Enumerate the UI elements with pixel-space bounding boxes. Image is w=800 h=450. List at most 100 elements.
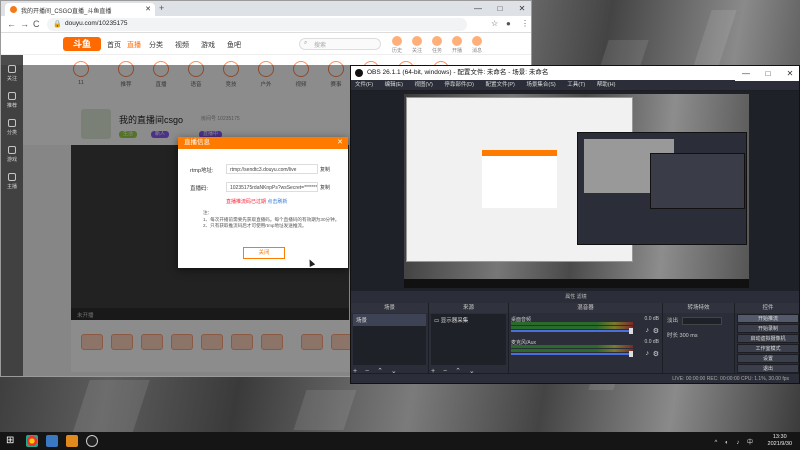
menu-docks[interactable]: 停靠部件(D) [444,82,474,88]
obs-close-button[interactable]: ✕ [779,66,799,81]
duration-field[interactable]: 300 ms [680,333,698,339]
speaker-icon[interactable]: ♪ [646,327,650,334]
history-icon[interactable]: 历史 [386,36,408,54]
windows-start-icon[interactable]: ⊞ [6,435,14,446]
minimize-button[interactable]: — [467,1,489,16]
copy-rtmp-button[interactable]: 复制 [320,166,330,173]
settings-button[interactable]: 设置 [737,354,799,363]
studio-mode-button[interactable]: 工作室模式 [737,344,799,353]
stream-code-field[interactable]: 10235175rdaNKnpPs?wsSecret=******** [226,182,318,192]
nav-live[interactable]: 直播 [127,40,141,50]
copy-code-button[interactable]: 复制 [320,184,330,191]
close-button[interactable]: ✕ [511,1,531,16]
scene-item[interactable]: 场景 [353,314,426,326]
browser-tab-strip: 我的开播间_CSGO直播_斗鱼直播 ✕ + — □ ✕ [1,1,531,16]
explorer-icon[interactable] [46,435,58,447]
left-item[interactable]: 推荐 [1,92,23,109]
follow-icon[interactable]: 关注 [406,36,428,54]
source-item[interactable]: ▭ 显示器采集 [431,314,506,326]
sources-title: 来源 [429,303,508,313]
system-tray[interactable]: ^ ◐ ♪ 中 [715,437,756,446]
close-dialog-button[interactable]: 关闭 [243,247,285,259]
duration-label: 时长 [667,332,679,339]
start-recording-button[interactable]: 开始录制 [737,324,799,333]
scenes-title: 场景 [351,303,428,313]
address-input[interactable]: 🔒 douyu.com/10235175 [47,18,467,31]
menu-help[interactable]: 帮助(H) [597,82,616,88]
menu-tools[interactable]: 工具(T) [567,82,585,88]
account-icon[interactable]: ● [506,19,511,28]
douyu-logo[interactable]: 斗鱼 [63,37,101,51]
nav-yuba[interactable]: 鱼吧 [227,40,241,50]
rtmp-field[interactable]: rtmp://sendtc3.douyu.com/live [226,164,318,174]
volume-slider[interactable] [511,330,633,332]
exit-button[interactable]: 退出 [737,364,799,373]
nav-games[interactable]: 游戏 [201,40,215,50]
left-item[interactable]: 主播 [1,173,23,190]
menu-icon[interactable]: ⋮ [521,19,529,28]
clock-date: 2021/9/30 [767,441,792,447]
menu-edit[interactable]: 编辑(E) [385,82,403,88]
nav-home[interactable]: 首页 [107,40,121,50]
virtual-camera-button[interactable]: 启动虚拟摄像机 [737,334,799,343]
volume-meter [511,326,633,329]
mixer-channel: 桌面音频 0.0 dB ♪ ⚙ [511,316,661,336]
douyu-top-nav: 斗鱼 首页 直播 分类 视频 游戏 鱼吧 ⌕ 搜索 历史 关注 任务 开播 消息 [1,33,531,55]
tab-title: 我的开播间_CSGO直播_斗鱼直播 [21,9,112,15]
menu-profile[interactable]: 配置文件(P) [485,82,514,88]
new-tab-button[interactable]: + [159,3,164,13]
top-icon-label: 任务 [431,48,442,54]
dialog-close-icon[interactable]: ✕ [337,137,343,149]
obs-window: OBS 26.1.1 (64-bit, windows) - 配置文件: 未命名… [350,65,800,384]
star-icon[interactable]: ☆ [491,19,498,28]
volume-slider[interactable] [511,353,633,355]
obs-taskbar-icon[interactable] [86,435,98,447]
obs-minimize-button[interactable]: — [735,66,757,81]
stream-info-dialog: 直播信息 ✕ rtmp地址: rtmp://sendtc3.douyu.com/… [178,137,348,268]
start-streaming-button[interactable]: 开始推流 [737,314,799,323]
tab-close-icon[interactable]: ✕ [145,5,151,13]
mixer-dock: 混音器 桌面音频 0.0 dB ♪ ⚙ 麦克风/Aux 0.0 dB ♪ ⚙ [509,303,663,376]
obs-menubar: 文件(F) 编辑(E) 视图(V) 停靠部件(D) 配置文件(P) 场景集合(S… [351,80,799,91]
sources-list: ▭ 显示器采集 [431,314,506,365]
gear-icon[interactable]: ⚙ [653,350,659,358]
browser-tab[interactable]: 我的开播间_CSGO直播_斗鱼直播 ✕ [5,3,155,16]
menu-view[interactable]: 视图(V) [414,82,432,88]
rtmp-label: rtmp地址: [190,168,214,174]
controls-dock: 控件 开始推流 开始录制 启动虚拟摄像机 工作室模式 设置 退出 [735,303,799,376]
gear-icon[interactable]: ⚙ [653,327,659,335]
task-icon[interactable]: 任务 [426,36,448,54]
obs-window-controls: — □ ✕ [735,66,799,81]
message-icon[interactable]: 消息 [466,36,488,54]
app-icon[interactable] [66,435,78,447]
obs-preview[interactable] [351,91,799,291]
reload-button[interactable]: C [33,19,40,29]
channel-db: 0.0 dB [644,339,659,345]
preview-taskbar [404,279,749,288]
volume-knob[interactable] [629,328,633,334]
chrome-icon[interactable] [26,435,38,447]
left-item[interactable]: 游戏 [1,146,23,163]
obs-logo-icon [355,69,363,77]
forward-button[interactable]: → [20,19,29,29]
menu-file[interactable]: 文件(F) [355,82,373,88]
menu-scene-collection[interactable]: 场景集合(S) [526,82,555,88]
obs-maximize-button[interactable]: □ [757,66,779,81]
volume-meter [511,322,633,325]
taskbar-clock[interactable]: 13:30 2021/9/30 [768,434,792,448]
preview-toolbar[interactable]: 属性 滤镜 [351,292,799,302]
broadcast-icon[interactable]: 开播 [446,36,468,54]
back-button[interactable]: ← [7,19,16,29]
maximize-button[interactable]: □ [489,1,511,16]
search-input[interactable]: ⌕ 搜索 [299,38,381,50]
refresh-link[interactable]: 点击刷新 [267,199,287,205]
nav-category[interactable]: 分类 [149,40,163,50]
nav-video[interactable]: 视频 [175,40,189,50]
left-item[interactable]: 分类 [1,119,23,136]
scenes-dock: 场景 场景 + − ⌃ ⌄ [351,303,429,376]
transition-select[interactable] [682,316,723,325]
speaker-icon[interactable]: ♪ [646,350,650,357]
left-item[interactable]: 关注 [1,65,23,82]
volume-knob[interactable] [629,351,633,357]
source-label: 显示器采集 [440,318,469,324]
